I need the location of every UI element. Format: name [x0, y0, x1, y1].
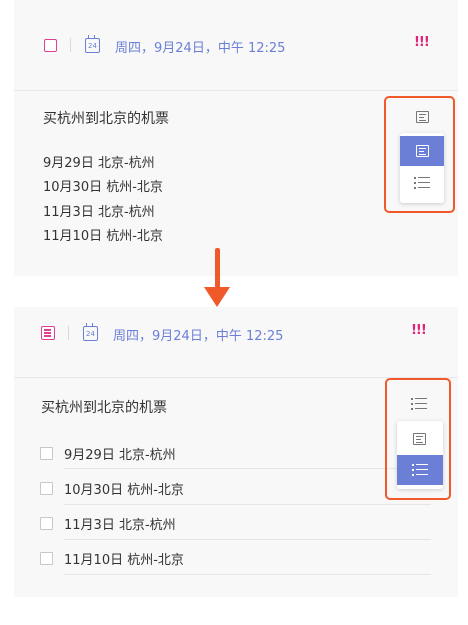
content-line[interactable]: 9月29日 北京-杭州	[43, 152, 155, 171]
highlight-box	[384, 96, 455, 213]
header-divider	[14, 90, 458, 91]
checklist-item[interactable]: 11月10日 杭州-北京	[64, 549, 184, 568]
due-date[interactable]: 周四，9月24日，中午 12:25	[115, 37, 285, 56]
task-checkbox[interactable]	[44, 39, 57, 52]
divider	[68, 326, 69, 340]
highlight-box	[385, 378, 451, 500]
content-line[interactable]: 11月10日 杭州-北京	[43, 225, 163, 244]
task-card-text-mode: 24 周四，9月24日，中午 12:25 !!! 买杭州到北京的机票 9月29日…	[14, 0, 458, 276]
content-line[interactable]: 11月3日 北京-杭州	[43, 201, 155, 220]
task-title[interactable]: 买杭州到北京的机票	[43, 108, 169, 128]
row-divider	[64, 539, 431, 540]
row-divider	[64, 468, 431, 469]
down-arrow-head-icon	[204, 287, 230, 307]
checklist-item[interactable]: 9月29日 北京-杭州	[64, 444, 176, 463]
checklist-item[interactable]: 11月3日 北京-杭州	[64, 514, 176, 533]
divider	[70, 38, 71, 52]
priority-flag[interactable]: !!!	[414, 35, 430, 50]
calendar-icon[interactable]: 24	[83, 323, 98, 341]
item-checkbox[interactable]	[40, 517, 53, 530]
row-divider	[64, 574, 431, 575]
task-card-checklist-mode: 24 周四，9月24日，中午 12:25 !!! 买杭州到北京的机票 9月29日…	[14, 307, 458, 597]
due-date[interactable]: 周四，9月24日，中午 12:25	[113, 325, 283, 344]
item-checkbox[interactable]	[40, 482, 53, 495]
row-divider	[64, 504, 431, 505]
priority-flag[interactable]: !!!	[411, 323, 427, 338]
content-line[interactable]: 10月30日 杭州-北京	[43, 176, 163, 195]
checklist-item[interactable]: 10月30日 杭州-北京	[64, 479, 184, 498]
item-checkbox[interactable]	[40, 552, 53, 565]
task-title[interactable]: 买杭州到北京的机票	[41, 397, 167, 417]
task-checklist-icon[interactable]	[41, 326, 55, 340]
item-checkbox[interactable]	[40, 447, 53, 460]
calendar-icon[interactable]: 24	[85, 35, 100, 53]
